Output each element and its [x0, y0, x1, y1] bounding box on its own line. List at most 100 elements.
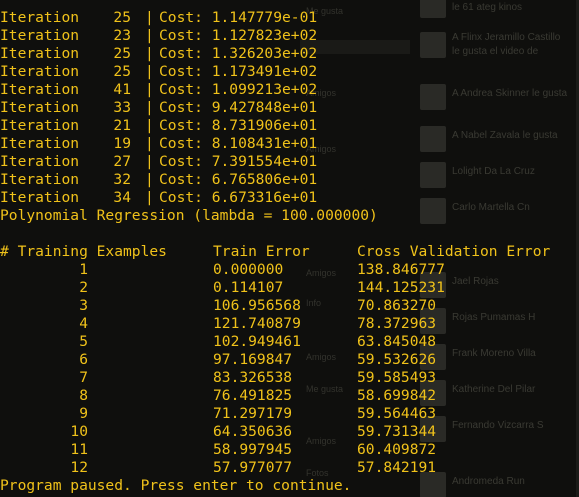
iteration-separator: | [145, 27, 154, 44]
iteration-number: 34 [113, 189, 131, 206]
iteration-number: 25 [113, 9, 131, 26]
row-cv-error: 59.532626 [357, 351, 437, 368]
row-train-error: 71.297179 [213, 405, 293, 422]
iteration-number: 25 [113, 45, 131, 62]
iteration-separator: | [145, 135, 154, 152]
iteration-cost: Cost: 1.147779e-01 [159, 9, 318, 26]
iteration-number: 27 [113, 153, 131, 170]
iteration-separator: | [145, 117, 154, 134]
row-train-error: 121.740879 [213, 315, 301, 332]
row-train-error: 57.977077 [213, 459, 293, 476]
iteration-label: Iteration [0, 9, 80, 26]
row-example-count: 6 [79, 351, 88, 368]
table-row: 5 102.949461 63.845048 [0, 333, 579, 351]
row-cv-error: 59.564463 [357, 405, 437, 422]
row-cv-error: 59.731344 [357, 423, 437, 440]
row-cv-error: 78.372963 [357, 315, 437, 332]
iteration-separator: | [145, 81, 154, 98]
iteration-label: Iteration [0, 63, 80, 80]
iteration-separator: | [145, 153, 154, 170]
iteration-label: Iteration [0, 153, 80, 170]
iteration-separator: | [145, 99, 154, 116]
iteration-line: Iteration 32 | Cost: 6.765806e+01 [0, 171, 579, 189]
row-train-error: 76.491825 [213, 387, 293, 404]
iteration-number: 41 [113, 81, 131, 98]
iteration-line: Iteration 25 | Cost: 1.326203e+02 [0, 45, 579, 63]
row-example-count: 3 [79, 297, 88, 314]
row-cv-error: 63.845048 [357, 333, 437, 350]
iteration-cost: Cost: 6.673316e+01 [159, 189, 318, 206]
iteration-cost: Cost: 1.127823e+02 [159, 27, 318, 44]
table-header: # Training Examples Train Error Cross Va… [0, 243, 579, 261]
row-example-count: 12 [70, 459, 88, 476]
iteration-cost: Cost: 8.108431e+01 [159, 135, 318, 152]
iteration-line: Iteration 27 | Cost: 7.391554e+01 [0, 153, 579, 171]
iteration-separator: | [145, 171, 154, 188]
table-row: 1 0.000000 138.846777 [0, 261, 579, 279]
regression-title-text: Polynomial Regression (lambda = 100.0000… [0, 207, 378, 224]
row-example-count: 5 [79, 333, 88, 350]
table-row: 7 83.326538 59.585493 [0, 369, 579, 387]
row-example-count: 4 [79, 315, 88, 332]
iteration-cost: Cost: 6.765806e+01 [159, 171, 318, 188]
row-example-count: 2 [79, 279, 88, 296]
iteration-log: Iteration 25 | Cost: 1.147779e-01 Iteration 2… [0, 9, 579, 207]
row-cv-error: 60.409872 [357, 441, 437, 458]
iteration-line: Iteration 34 | Cost: 6.673316e+01 [0, 189, 579, 207]
table-row: 6 97.169847 59.532626 [0, 351, 579, 369]
row-train-error: 0.114107 [213, 279, 284, 296]
iteration-number: 25 [113, 63, 131, 80]
iteration-cost: Cost: 7.391554e+01 [159, 153, 318, 170]
iteration-cost: Cost: 1.326203e+02 [159, 45, 318, 62]
iteration-cost: Cost: 9.427848e+01 [159, 99, 318, 116]
row-cv-error: 59.585493 [357, 369, 437, 386]
iteration-label: Iteration [0, 117, 80, 134]
header-train-error: Train Error [213, 243, 310, 260]
iteration-cost: Cost: 1.173491e+02 [159, 63, 318, 80]
table-row: 8 76.491825 58.699842 [0, 387, 579, 405]
iteration-line: Iteration 25 | Cost: 1.147779e-01 [0, 9, 579, 27]
terminal-output[interactable]: Iteration 25 | Cost: 1.147779e-01 Iteration 2… [0, 9, 579, 495]
iteration-label: Iteration [0, 189, 80, 206]
table-row: 2 0.114107 144.125231 [0, 279, 579, 297]
iteration-line: Iteration 19 | Cost: 8.108431e+01 [0, 135, 579, 153]
row-cv-error: 58.699842 [357, 387, 437, 404]
table-row: 12 57.977077 57.842191 [0, 459, 579, 477]
row-example-count: 9 [79, 405, 88, 422]
error-table: 1 0.000000 138.846777 2 0.114107 144.125231 3 1… [0, 261, 579, 477]
header-cv-error: Cross Validation Error [357, 243, 551, 260]
iteration-number: 21 [113, 117, 131, 134]
pause-message-text: Program paused. Press enter to continue. [0, 477, 352, 494]
iteration-line: Iteration 25 | Cost: 1.173491e+02 [0, 63, 579, 81]
row-train-error: 102.949461 [213, 333, 301, 350]
iteration-number: 33 [113, 99, 131, 116]
iteration-label: Iteration [0, 81, 80, 98]
iteration-number: 23 [113, 27, 131, 44]
table-row: 9 71.297179 59.564463 [0, 405, 579, 423]
iteration-number: 32 [113, 171, 131, 188]
pause-message: Program paused. Press enter to continue. [0, 477, 579, 495]
row-cv-error: 138.846777 [357, 261, 445, 278]
row-cv-error: 70.863270 [357, 297, 437, 314]
iteration-label: Iteration [0, 171, 80, 188]
header-examples: # Training Examples [0, 243, 167, 260]
iteration-label: Iteration [0, 45, 80, 62]
regression-title: Polynomial Regression (lambda = 100.0000… [0, 207, 579, 225]
iteration-separator: | [145, 189, 154, 206]
row-train-error: 0.000000 [213, 261, 284, 278]
row-example-count: 7 [79, 369, 88, 386]
iteration-label: Iteration [0, 135, 80, 152]
table-row: 10 64.350636 59.731344 [0, 423, 579, 441]
row-example-count: 8 [79, 387, 88, 404]
row-example-count: 11 [70, 441, 88, 458]
iteration-separator: | [145, 9, 154, 26]
table-row: 4 121.740879 78.372963 [0, 315, 579, 333]
iteration-cost: Cost: 1.099213e+02 [159, 81, 318, 98]
iteration-separator: | [145, 45, 154, 62]
row-example-count: 1 [79, 261, 88, 278]
table-row: 3 106.956568 70.863270 [0, 297, 579, 315]
iteration-separator: | [145, 63, 154, 80]
row-train-error: 106.956568 [213, 297, 301, 314]
row-train-error: 58.997945 [213, 441, 293, 458]
